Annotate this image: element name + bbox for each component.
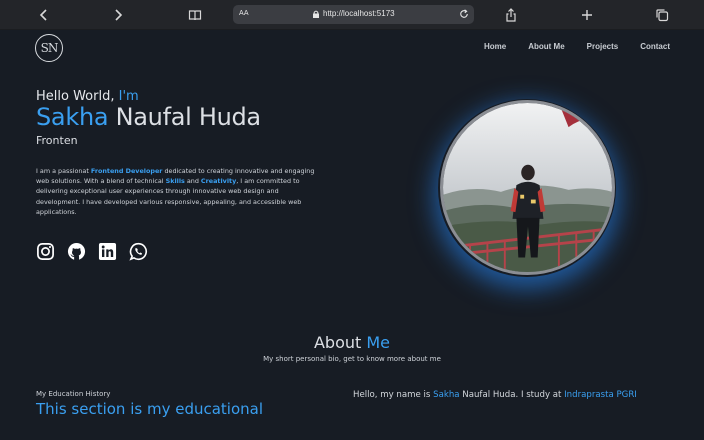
bio-text: Hello, my name is Sakha Naufal Huda. I s… (353, 390, 637, 400)
back-button[interactable] (33, 5, 55, 25)
bio-text-part: Hello, my name is (353, 390, 434, 400)
linkedin-icon (98, 242, 117, 261)
nav-home[interactable]: Home (484, 42, 506, 51)
nav-about[interactable]: About Me (528, 42, 564, 51)
chevron-right-icon (115, 9, 123, 21)
greeting-text: Hello World, (36, 89, 119, 104)
text-size-button[interactable]: AA (239, 10, 249, 17)
main-nav: Home About Me Projects Contact (484, 42, 670, 51)
new-tab-button[interactable] (576, 5, 598, 25)
plus-icon (582, 10, 592, 20)
bio-text-part: Naufal Huda. I study at (459, 390, 565, 400)
forward-button[interactable] (107, 5, 129, 25)
reader-button[interactable] (184, 5, 206, 25)
hero-name: Sakha Naufal Huda (36, 103, 261, 131)
instagram-icon (37, 243, 54, 260)
nav-contact[interactable]: Contact (640, 42, 670, 51)
browser-toolbar: AA http://localhost:5173 (0, 0, 704, 30)
education-label: My Education History (36, 390, 111, 398)
desc-highlight: Frontend Developer (90, 167, 163, 175)
about-title-text: About (313, 333, 367, 352)
last-name: Naufal Huda (108, 103, 262, 131)
site-logo[interactable]: SN (35, 34, 63, 62)
share-button[interactable] (500, 5, 522, 25)
social-links (36, 242, 148, 261)
first-name: Sakha (36, 103, 109, 131)
tabs-overview-button[interactable] (651, 5, 673, 25)
desc-text: I am a passionat (36, 167, 91, 175)
greeting-accent: I'm (118, 89, 139, 104)
lock-icon (313, 10, 319, 18)
education-heading: This section is my educational (36, 400, 264, 418)
desc-highlight: Creativity (200, 177, 237, 186)
hero-role-typing: Fronten (36, 134, 78, 147)
nav-projects[interactable]: Projects (587, 42, 619, 51)
address-bar[interactable]: AA http://localhost:5173 (233, 5, 474, 24)
github-link[interactable] (67, 242, 86, 261)
bio-school: Indraprasta PGRI (564, 390, 637, 400)
profile-photo-image (443, 103, 612, 272)
book-icon (188, 10, 202, 21)
github-icon (67, 242, 86, 261)
about-subtitle: My short personal bio, get to know more … (263, 355, 441, 363)
url-text: http://localhost:5173 (323, 9, 395, 18)
reload-icon[interactable] (459, 9, 469, 19)
whatsapp-link[interactable] (129, 242, 148, 261)
share-icon (506, 8, 516, 22)
instagram-link[interactable] (36, 242, 55, 261)
linkedin-link[interactable] (98, 242, 117, 261)
bio-name: Sakha (433, 390, 460, 400)
tabs-icon (656, 9, 669, 22)
about-title-accent: Me (366, 333, 391, 352)
about-section-title: About Me (0, 333, 704, 352)
hero-greeting: Hello World, I'm (36, 89, 139, 104)
hero-description: I am a passionat Frontend Developer dedi… (36, 166, 320, 217)
whatsapp-icon (129, 242, 147, 261)
chevron-left-icon (39, 9, 47, 21)
profile-photo (440, 100, 615, 275)
desc-highlight: Skills (165, 177, 185, 186)
desc-text: and (184, 177, 201, 186)
